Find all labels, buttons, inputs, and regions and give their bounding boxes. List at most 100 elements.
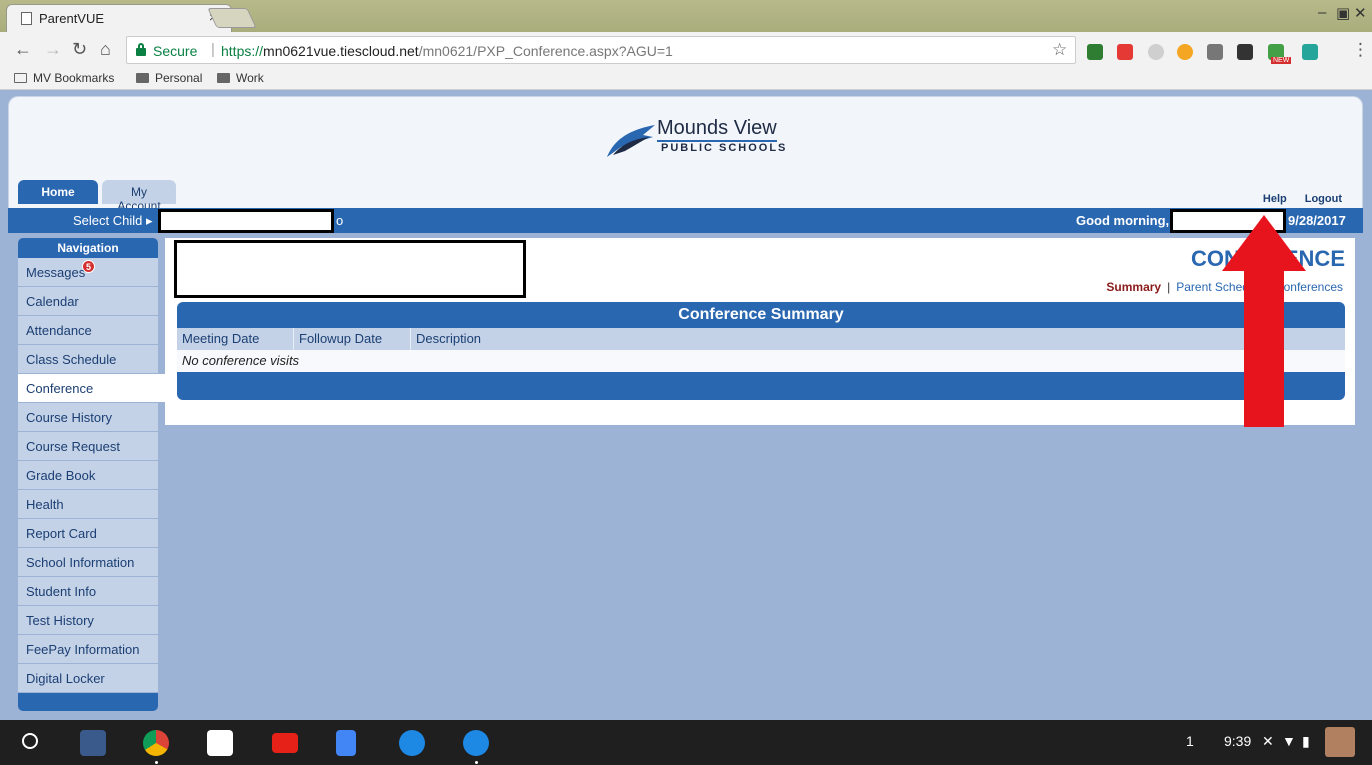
summary-link[interactable]: Summary — [1106, 280, 1161, 294]
omnibox-separator: | — [211, 41, 215, 58]
page-icon — [21, 12, 32, 25]
home-icon[interactable]: ⌂ — [100, 39, 111, 60]
docs-icon[interactable] — [336, 730, 356, 756]
bookmark-mv[interactable]: MV Bookmarks — [14, 71, 114, 85]
nav-item-course-request[interactable]: Course Request — [18, 432, 158, 461]
browser-menu-icon[interactable]: ⋮ — [1352, 40, 1369, 60]
clock[interactable]: 9:39 — [1224, 733, 1251, 749]
nav-item-health[interactable]: Health — [18, 490, 158, 519]
child-name-suffix: o — [336, 213, 344, 228]
page: Mounds View PUBLIC SCHOOLS Home My Accou… — [0, 90, 1372, 720]
extension-icon[interactable] — [1177, 44, 1193, 60]
nav-item-class-schedule[interactable]: Class Schedule — [18, 345, 158, 374]
logo-mark-icon — [607, 125, 655, 157]
header-links: Help Logout — [1263, 193, 1342, 205]
logout-link[interactable]: Logout — [1305, 193, 1342, 205]
page-header: Mounds View PUBLIC SCHOOLS Home My Accou… — [8, 96, 1363, 213]
app-icon[interactable] — [80, 730, 106, 756]
address-bar[interactable]: Secure | https://mn0621vue.tiescloud.net… — [126, 36, 1076, 64]
battery-icon[interactable]: ▮ — [1302, 733, 1310, 750]
nav-item-course-history[interactable]: Course History — [18, 403, 158, 432]
restore-icon[interactable]: ▣ — [1336, 4, 1350, 22]
bookmark-personal[interactable]: Personal — [136, 71, 202, 85]
school-logo[interactable]: Mounds View PUBLIC SCHOOLS — [603, 117, 785, 163]
column-header[interactable]: Description — [411, 328, 1345, 350]
nav-item-feepay-information[interactable]: FeePay Information — [18, 635, 158, 664]
table-footer — [177, 372, 1345, 400]
browser-tabstrip: ParentVUE × – ▣ ✕ — [0, 0, 1372, 32]
back-icon[interactable]: ← — [14, 39, 32, 60]
folder-icon — [136, 73, 149, 83]
forward-icon[interactable]: → — [44, 39, 62, 60]
table-header-row: Meeting Date Followup Date Description — [177, 328, 1345, 350]
new-badge: NEW — [1271, 57, 1292, 64]
nav-item-conference[interactable]: Conference — [18, 374, 168, 403]
extension-icon[interactable] — [1237, 44, 1253, 60]
bookmark-work[interactable]: Work — [217, 71, 264, 85]
nav-item-report-card[interactable]: Report Card — [18, 519, 158, 548]
avatar[interactable] — [1325, 727, 1355, 757]
new-tab-button[interactable] — [207, 8, 257, 28]
select-child-button[interactable]: Select Child ▸ — [73, 213, 153, 229]
extension-icon[interactable] — [1148, 44, 1164, 60]
navigation-footer — [18, 693, 158, 711]
column-header[interactable]: Followup Date — [294, 328, 411, 350]
greeting-text: Good morning, — [1076, 213, 1170, 228]
conference-summary-table: Conference Summary Meeting Date Followup… — [177, 302, 1345, 400]
nav-item-test-history[interactable]: Test History — [18, 606, 158, 635]
cast-icon[interactable] — [1207, 44, 1223, 60]
navigation-header: Navigation — [18, 238, 158, 258]
files-icon[interactable] — [463, 730, 489, 756]
column-header[interactable]: Meeting Date — [177, 328, 294, 350]
running-indicator — [155, 761, 158, 764]
logo-text: Mounds View — [657, 117, 777, 139]
redacted-student-header — [174, 240, 526, 298]
launcher-icon[interactable] — [22, 733, 38, 749]
nav-item-school-information[interactable]: School Information — [18, 548, 158, 577]
logo-subtext: PUBLIC SCHOOLS — [661, 142, 788, 154]
bookmarks-bar: MV Bookmarks Personal Work — [0, 68, 1372, 90]
link-separator: | — [1167, 280, 1171, 294]
running-indicator — [475, 761, 478, 764]
minimize-icon[interactable]: – — [1318, 4, 1326, 21]
nav-item-attendance[interactable]: Attendance — [18, 316, 158, 345]
nav-item-calendar[interactable]: Calendar — [18, 287, 158, 316]
red-arrow-annotation — [1222, 215, 1306, 427]
bookmark-star-icon[interactable]: ☆ — [1052, 40, 1067, 60]
nav-item-messages[interactable]: Messages 5 — [18, 258, 158, 287]
youtube-icon[interactable] — [272, 733, 298, 753]
tab-home[interactable]: Home — [18, 180, 98, 204]
lock-icon — [136, 43, 146, 56]
url-text[interactable]: https://mn0621vue.tiescloud.net/mn0621/P… — [221, 43, 673, 59]
gmail-icon[interactable] — [207, 730, 233, 756]
folder-icon — [217, 73, 230, 83]
os-taskbar: 1 9:39 ✕ ▼ ▮ — [0, 720, 1372, 765]
browser-tab[interactable]: ParentVUE × — [6, 4, 232, 32]
notification-count[interactable]: 1 — [1186, 733, 1194, 749]
camera-icon[interactable] — [399, 730, 425, 756]
page-tabs: Home My Account — [18, 180, 176, 213]
tab-my-account[interactable]: My Account — [102, 180, 176, 213]
nav-item-digital-locker[interactable]: Digital Locker — [18, 664, 158, 693]
folder-icon — [14, 73, 27, 83]
mute-icon[interactable]: ✕ — [1262, 733, 1274, 750]
close-window-icon[interactable]: ✕ — [1354, 4, 1367, 22]
navigation-menu: Navigation Messages 5 Calendar Attendance… — [18, 238, 168, 711]
nav-item-grade-book[interactable]: Grade Book — [18, 461, 158, 490]
extension-icon[interactable] — [1117, 44, 1133, 60]
table-row: No conference visits — [177, 350, 1345, 372]
help-link[interactable]: Help — [1263, 193, 1287, 205]
student-bar: Select Child ▸ o Good morning, 9/28/2017 — [8, 208, 1363, 233]
tab-title: ParentVUE — [39, 11, 105, 26]
nav-item-student-info[interactable]: Student Info — [18, 577, 158, 606]
secure-label: Secure — [153, 43, 198, 59]
table-title: Conference Summary — [177, 302, 1345, 328]
wifi-icon[interactable]: ▼ — [1282, 733, 1296, 749]
reload-icon[interactable]: ↻ — [72, 39, 87, 60]
messages-count-badge: 5 — [82, 260, 95, 273]
chrome-icon[interactable] — [143, 730, 169, 756]
extension-icon[interactable] — [1302, 44, 1318, 60]
extension-icon[interactable] — [1087, 44, 1103, 60]
browser-toolbar: ← → ↻ ⌂ Secure | https://mn0621vue.tiesc… — [0, 32, 1372, 68]
conference-panel: CONFERENCE Summary|Parent Scheduled Conf… — [165, 238, 1355, 425]
